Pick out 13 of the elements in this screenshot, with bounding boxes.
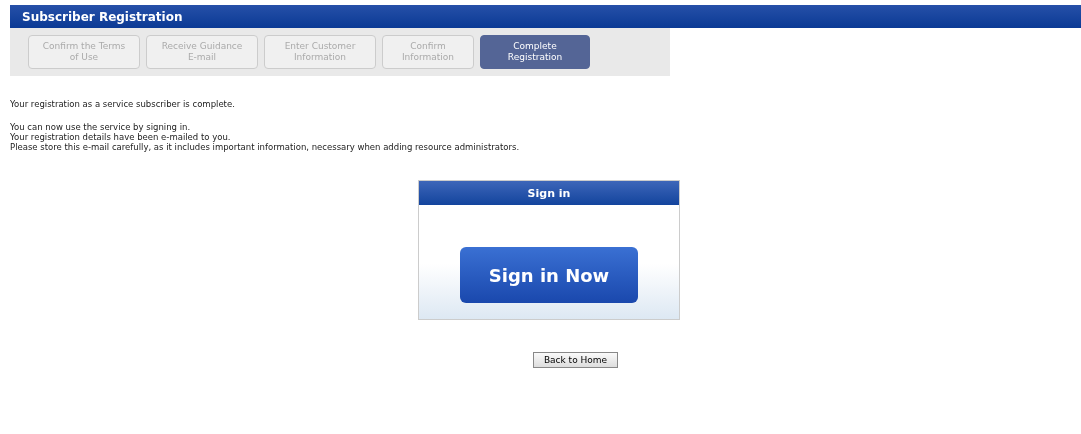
step: Complete Registration [480,35,590,69]
sign-in-button[interactable]: Sign in Now [460,247,638,303]
step: Enter Customer Information [264,35,376,69]
panel-title: Sign in [419,181,679,205]
message-text: Please store this e-mail carefully, as it includes important information, necessary when adding resource administrators. [10,142,521,152]
step: Confirm Information [382,35,474,69]
back-button[interactable]: Back to Home [532,352,619,368]
step: Receive Guidance E-mail [146,35,258,69]
message-text: Your registration as a service subscriber is complete. [10,99,236,109]
header-title: Subscriber Registration [22,9,183,24]
step: Confirm the Terms of Use [28,35,140,69]
message-text: You can now use the service by signing in. [10,122,192,132]
message-text: Your registration details have been e-mailed to you. [10,132,232,142]
